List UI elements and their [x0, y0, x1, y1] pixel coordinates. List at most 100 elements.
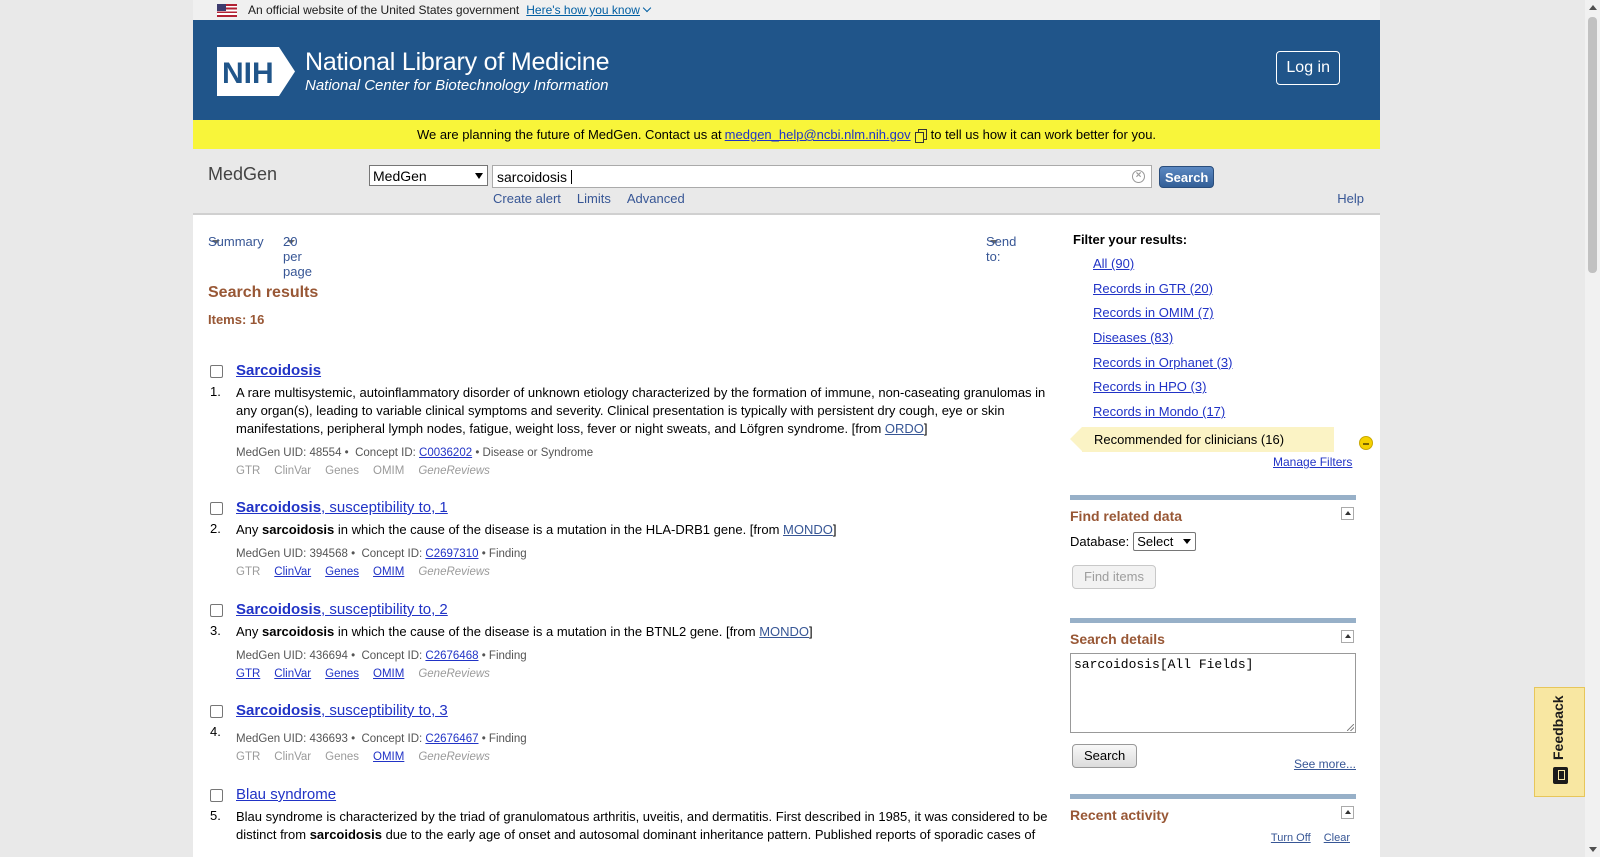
- collapse-toggle-icon[interactable]: [1341, 507, 1354, 520]
- nlm-logo[interactable]: NIH National Library of Medicine Nationa…: [217, 47, 609, 96]
- find-items-button[interactable]: Find items: [1072, 565, 1156, 589]
- clinvar-link[interactable]: ClinVar: [274, 668, 311, 680]
- clinvar-link[interactable]: ClinVar: [274, 566, 311, 578]
- concept-label: Concept ID:: [361, 650, 423, 662]
- source-link[interactable]: MONDO: [783, 522, 833, 537]
- result-description: Any sarcoidosis in which the cause of th…: [236, 521, 1066, 539]
- desc-text: due to the early age of onset and autoso…: [381, 827, 1036, 842]
- related-database-select[interactable]: Select: [1133, 532, 1197, 551]
- scrollbar-thumb[interactable]: [1588, 17, 1597, 273]
- search-button[interactable]: Search: [1159, 166, 1215, 188]
- gtr-link[interactable]: GTR: [236, 668, 260, 680]
- filter-item: All (90): [1093, 252, 1354, 277]
- see-more-link[interactable]: See more...: [1294, 757, 1356, 771]
- omim-link: OMIM: [373, 465, 405, 477]
- result-title-link[interactable]: Sarcoidosis, susceptibility to, 1: [236, 499, 448, 517]
- gtr-link: GTR: [236, 566, 261, 578]
- scroll-down-icon[interactable]: [1589, 847, 1597, 852]
- medgen-uid: MedGen UID: 394568 •: [236, 548, 356, 560]
- collapse-toggle-icon[interactable]: [1341, 806, 1354, 819]
- result-number: 2.: [210, 521, 221, 536]
- result-body: Sarcoidosis A rare multisystemic, autoin…: [236, 357, 1066, 479]
- filter-item: Records in HPO (3): [1093, 375, 1354, 400]
- result-title-link[interactable]: Sarcoidosis, susceptibility to, 2: [236, 601, 448, 619]
- source-link[interactable]: MONDO: [759, 624, 809, 639]
- source-link[interactable]: ORDO: [885, 421, 924, 436]
- result-title-link[interactable]: Sarcoidosis: [236, 362, 321, 380]
- genes-link[interactable]: Genes: [325, 668, 359, 680]
- concept-id-link[interactable]: C2676468: [425, 650, 478, 662]
- advanced-link[interactable]: Advanced: [627, 191, 685, 206]
- search-input[interactable]: sarcoidosis ×: [492, 165, 1152, 188]
- result-title-link[interactable]: Blau syndrome: [236, 786, 336, 804]
- copy-icon[interactable]: [914, 128, 927, 143]
- result-checkbox[interactable]: [210, 365, 223, 378]
- desc-end: ]: [832, 522, 837, 537]
- send-to-dropdown[interactable]: Send to:: [986, 234, 1016, 264]
- semantic-type: • Finding: [481, 650, 527, 662]
- filter-hpo-link[interactable]: Records in HPO (3): [1093, 379, 1206, 394]
- result-checkbox[interactable]: [210, 705, 223, 718]
- filter-gtr-link[interactable]: Records in GTR (20): [1093, 281, 1213, 296]
- create-alert-link[interactable]: Create alert: [493, 191, 561, 206]
- details-search-button[interactable]: Search: [1072, 744, 1138, 768]
- desc-text: Any: [236, 624, 263, 639]
- notice-email-link[interactable]: medgen_help@ncbi.nlm.nih.gov: [725, 127, 911, 142]
- per-page-dropdown[interactable]: 20 per page: [283, 234, 312, 279]
- filter-omim-link[interactable]: Records in OMIM (7): [1093, 305, 1214, 320]
- format-label: Summary: [208, 234, 264, 249]
- desc-end: ]: [809, 624, 813, 639]
- omim-link[interactable]: OMIM: [373, 751, 404, 763]
- result-body: Sarcoidosis, susceptibility to, 1 Any sa…: [236, 494, 1066, 580]
- chevron-down-icon: [642, 3, 652, 13]
- result-title-link[interactable]: Sarcoidosis, susceptibility to, 3: [236, 702, 448, 720]
- send-to-label: Send to:: [986, 234, 1017, 264]
- find-items-row: Find items: [1072, 565, 1356, 589]
- concept-id-link[interactable]: C2676467: [425, 733, 478, 745]
- filter-recommended-active[interactable]: Recommended for clinicians (16): [1070, 426, 1334, 452]
- limits-link[interactable]: Limits: [577, 191, 611, 206]
- vertical-scrollbar[interactable]: [1585, 0, 1600, 857]
- result-db-links: GTR ClinVar Genes OMIM GeneReviews: [236, 463, 1066, 479]
- help-link[interactable]: Help: [1337, 191, 1364, 206]
- filter-orphanet-link[interactable]: Records in Orphanet (3): [1093, 355, 1232, 370]
- scroll-up-icon[interactable]: [1589, 5, 1597, 10]
- remove-filter-icon[interactable]: [1359, 436, 1373, 450]
- clear-search-icon[interactable]: ×: [1132, 170, 1145, 183]
- gov-banner: An official website of the United States…: [193, 0, 1380, 20]
- collapse-toggle-icon[interactable]: [1341, 630, 1354, 643]
- desc-text: Any: [236, 522, 263, 537]
- omim-link[interactable]: OMIM: [373, 566, 404, 578]
- clear-link[interactable]: Clear: [1324, 832, 1350, 844]
- nlm-title: National Library of Medicine: [305, 47, 610, 76]
- heres-how-you-know-link[interactable]: Here's how you know: [526, 3, 652, 17]
- result-checkbox[interactable]: [210, 604, 223, 617]
- filter-all-link[interactable]: All (90): [1093, 256, 1134, 271]
- medgen-uid: MedGen UID: 436694 •: [236, 650, 356, 662]
- result-body: Blau syndrome Blau syndrome is character…: [236, 781, 1066, 844]
- feedback-notice: We are planning the future of MedGen. Co…: [193, 120, 1380, 149]
- genereviews-link: GeneReviews: [418, 751, 490, 763]
- genes-link[interactable]: Genes: [325, 566, 359, 578]
- login-button[interactable]: Log in: [1276, 51, 1340, 85]
- filter-diseases-link[interactable]: Diseases (83): [1093, 330, 1173, 345]
- result-checkbox[interactable]: [210, 502, 223, 515]
- concept-id-link[interactable]: C0036202: [419, 447, 472, 459]
- recent-activity-links: Turn Off Clear: [1261, 832, 1350, 844]
- medgen-uid: MedGen UID: 436693 •: [236, 733, 356, 745]
- result-checkbox[interactable]: [210, 789, 223, 802]
- filter-mondo-link[interactable]: Records in Mondo (17): [1093, 404, 1225, 419]
- concept-id-link[interactable]: C2697310: [425, 548, 478, 560]
- feedback-tab[interactable]: Feedback: [1534, 687, 1585, 797]
- result-meta: MedGen UID: 436694 • Concept ID: C267646…: [236, 648, 1066, 664]
- clinvar-link: ClinVar: [274, 751, 312, 763]
- feedback-label: Feedback: [1550, 695, 1566, 760]
- manage-filters-link[interactable]: Manage Filters: [1273, 455, 1352, 469]
- desc-highlight: sarcoidosis: [309, 827, 382, 842]
- database-select[interactable]: MedGen: [369, 165, 488, 186]
- gtr-link: GTR: [236, 751, 261, 763]
- format-dropdown[interactable]: Summary: [208, 234, 264, 249]
- turn-off-link[interactable]: Turn Off: [1271, 832, 1311, 844]
- omim-link[interactable]: OMIM: [373, 668, 404, 680]
- search-details-query[interactable]: sarcoidosis[All Fields]: [1070, 653, 1356, 733]
